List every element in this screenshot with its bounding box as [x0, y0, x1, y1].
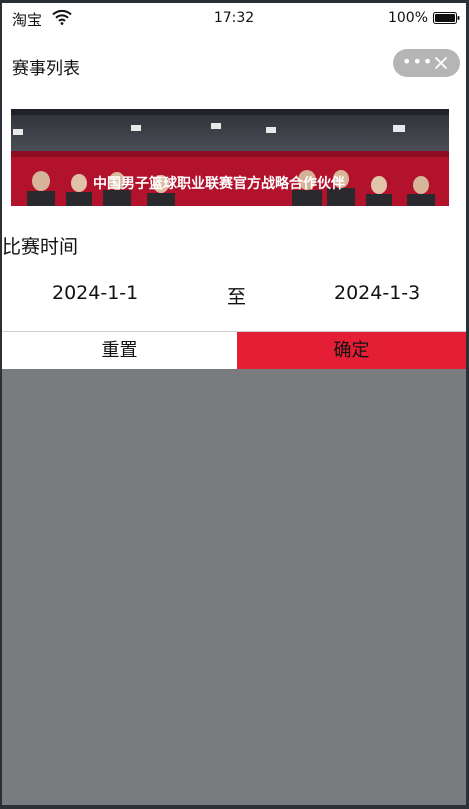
end-date-picker[interactable]: 2024-1-3: [334, 282, 420, 304]
phone-screen: 淘宝 17:32 100% 赛事列表 ••• 中国男子篮球职业联赛官方战略合作伙…: [2, 3, 466, 805]
start-date-picker[interactable]: 2024-1-1: [52, 282, 138, 304]
battery-percent: 100%: [387, 10, 428, 26]
match-time-label: 比赛时间: [2, 236, 79, 258]
reset-button[interactable]: 重置: [2, 332, 237, 369]
banner-image[interactable]: 中国男子篮球职业联赛官方战略合作伙伴: [11, 109, 449, 206]
battery-icon: [433, 12, 460, 24]
date-range-row: 2024-1-1 至 2024-1-3: [2, 279, 466, 311]
nav-bar: 赛事列表 •••: [2, 36, 466, 94]
mini-program-capsule: •••: [393, 49, 460, 77]
banner-photo: 中国男子篮球职业联赛官方战略合作伙伴: [11, 109, 449, 206]
more-dots-icon[interactable]: •••: [402, 53, 432, 73]
filter-panel: 中国男子篮球职业联赛官方战略合作伙伴 比赛时间 2024-1-1 至 2024-…: [2, 94, 466, 369]
date-separator: 至: [227, 286, 247, 308]
close-icon[interactable]: [434, 56, 448, 70]
banner-caption: 中国男子篮球职业联赛官方战略合作伙伴: [93, 175, 345, 192]
page-title: 赛事列表: [12, 59, 80, 79]
confirm-button[interactable]: 确定: [237, 332, 466, 369]
action-buttons: 重置 确定: [2, 331, 466, 369]
status-bar: 淘宝 17:32 100%: [2, 3, 466, 36]
